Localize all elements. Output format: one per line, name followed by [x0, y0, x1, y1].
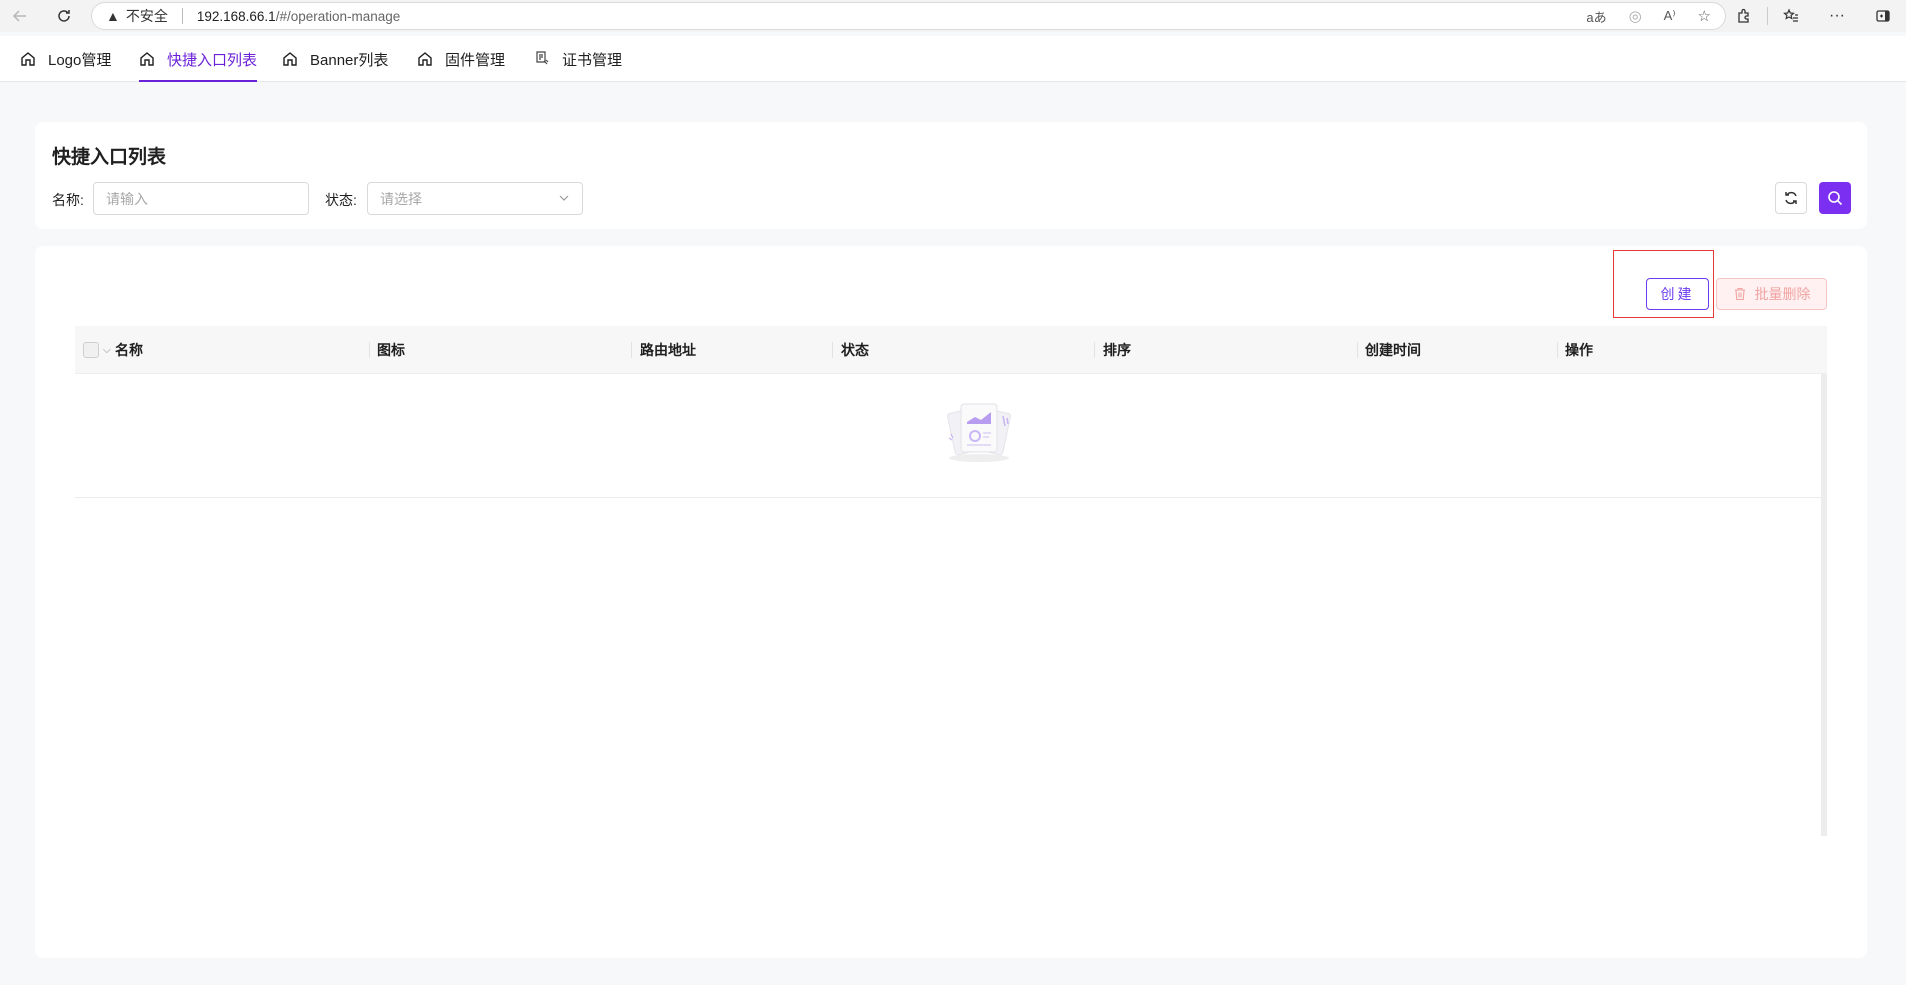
column-separator — [832, 342, 833, 358]
tab-label: 固件管理 — [445, 51, 506, 69]
sidebar-toggle-icon[interactable] — [1860, 0, 1906, 32]
column-header-created-time[interactable]: 创建时间 — [1365, 326, 1421, 374]
home-icon — [418, 52, 432, 66]
favorites-icon[interactable] — [1768, 0, 1814, 32]
trash-icon — [1734, 287, 1745, 301]
tracking-prevention-icon[interactable]: ◎ — [1629, 7, 1642, 25]
browser-right-controls: ··· — [1721, 0, 1906, 32]
name-search-input[interactable] — [93, 182, 309, 215]
page-title: 快捷入口列表 — [52, 147, 167, 168]
address-separator — [181, 8, 183, 24]
table-scrollbar[interactable] — [1821, 374, 1827, 836]
table-card: 创建 批量删除 ⌵ 名称 图标 路由地址 状态 排序 创建时间 操作 — [35, 246, 1867, 958]
create-button[interactable]: 创建 — [1646, 278, 1709, 310]
url-text[interactable]: 192.168.66.1/#/operation-manage — [197, 9, 400, 24]
batch-delete-label: 批量删除 — [1754, 286, 1811, 302]
tab-label: Banner列表 — [310, 51, 389, 69]
column-separator — [1357, 342, 1358, 358]
read-aloud-icon[interactable]: A⁾ — [1664, 8, 1676, 24]
column-separator — [1557, 342, 1558, 358]
select-all-checkbox[interactable] — [83, 342, 99, 358]
column-header-route[interactable]: 路由地址 — [640, 326, 696, 374]
column-header-status[interactable]: 状态 — [841, 326, 869, 374]
tab-certificate-manage[interactable]: 证书管理 — [534, 36, 622, 82]
column-separator — [1094, 342, 1095, 358]
tab-logo-manage[interactable]: Logo管理 — [20, 36, 111, 82]
favorite-star-icon[interactable]: ☆ — [1698, 7, 1711, 25]
search-icon — [1828, 191, 1843, 206]
address-bar[interactable]: ▲ 不安全 192.168.66.1/#/operation-manage aあ… — [91, 2, 1726, 30]
home-icon — [21, 52, 35, 66]
certificate-icon — [536, 51, 549, 65]
column-header-name[interactable]: 名称 — [115, 326, 143, 374]
search-button[interactable] — [1819, 182, 1851, 214]
tab-label: Logo管理 — [48, 51, 112, 69]
column-header-sort[interactable]: 排序 — [1103, 326, 1131, 374]
reload-icon — [58, 10, 70, 22]
status-select[interactable]: 请选择 — [367, 182, 583, 215]
selection-dropdown-icon[interactable]: ⌵ — [103, 345, 111, 356]
tab-label: 证书管理 — [562, 51, 623, 69]
app-tab-bar: Logo管理 快捷入口列表 Banner列表 固件管理 证书管理 — [0, 36, 1906, 82]
table-header: ⌵ 名称 图标 路由地址 状态 排序 创建时间 操作 — [75, 326, 1827, 374]
batch-delete-button: 批量删除 — [1716, 278, 1827, 310]
home-icon — [283, 52, 297, 66]
reset-button[interactable] — [1775, 182, 1807, 214]
browser-toolbar: ▲ 不安全 192.168.66.1/#/operation-manage aあ… — [0, 0, 1906, 32]
refresh-icon — [1785, 191, 1797, 205]
table-body-empty — [75, 374, 1821, 498]
tab-banner-list[interactable]: Banner列表 — [282, 36, 388, 82]
status-filter-label: 状态: — [325, 192, 357, 208]
search-card: 快捷入口列表 名称: 状态: 请选择 — [35, 122, 1867, 229]
not-secure-label: 不安全 — [125, 8, 168, 24]
translate-icon[interactable]: aあ — [1586, 7, 1606, 26]
tab-label: 快捷入口列表 — [167, 51, 258, 69]
column-header-actions: 操作 — [1565, 342, 1593, 358]
url-host: 192.168.66.1 — [196, 8, 276, 24]
column-separator — [369, 342, 370, 358]
extensions-icon[interactable] — [1721, 0, 1767, 32]
tab-shortcut-list[interactable]: 快捷入口列表 — [139, 36, 258, 82]
address-bar-icons: aあ ◎ A⁾ ☆ — [1586, 3, 1711, 29]
warning-icon: ▲ — [106, 8, 120, 24]
chevron-down-icon — [558, 192, 570, 207]
url-path: /#/operation-manage — [275, 8, 401, 24]
column-header-icon[interactable]: 图标 — [377, 326, 405, 374]
tab-firmware-manage[interactable]: 固件管理 — [417, 36, 505, 82]
status-select-placeholder: 请选择 — [380, 190, 422, 207]
reload-button[interactable] — [46, 0, 82, 32]
back-button[interactable] — [2, 0, 38, 32]
name-filter-label: 名称: — [52, 192, 84, 208]
column-separator — [631, 342, 632, 358]
select-all-cell: ⌵ — [83, 326, 111, 374]
home-icon — [140, 52, 154, 66]
empty-data-illustration — [947, 403, 1011, 462]
back-arrow-icon — [12, 10, 26, 22]
more-options-icon[interactable]: ··· — [1814, 0, 1860, 32]
